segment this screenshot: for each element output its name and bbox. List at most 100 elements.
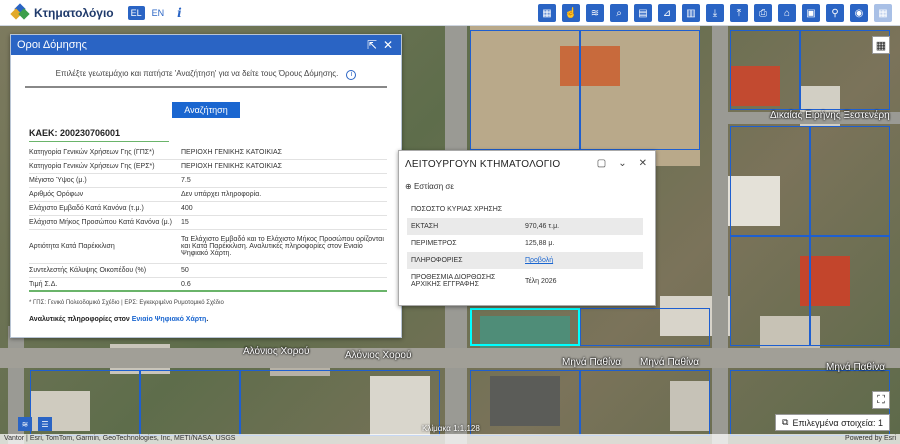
street-label: Αλόνιος Χορού: [243, 346, 310, 357]
row-label: Αριθμός Ορόφων: [29, 191, 84, 198]
table-row: Ελάχιστο Μήκος Προσώπου Κατά Κανόνα (μ.)…: [29, 216, 387, 230]
street-label: Μηνά Παθίνα: [562, 357, 622, 368]
table-row: Κατηγορία Γενικών Χρήσεων Γης (ΕΡΣ*) ΠΕΡΙ…: [29, 160, 387, 174]
scale-label: Κλίμακα 1:1.128: [422, 424, 480, 433]
terms-table: Κατηγορία Γενικών Χρήσεων Γης (ΓΠΣ*) ΠΕΡΙ…: [29, 146, 387, 292]
info-icon[interactable]: i: [177, 6, 182, 20]
road-vertical: [712, 26, 728, 444]
row-label: ΠΡΟΘΕΣΜΙΑ ΔΙΟΡΘΩΣΗΣ ΑΡΧΙΚΗΣ ΕΓΓΡΑΦΗΣ: [411, 274, 496, 288]
table-row: ΕΚΤΑΣΗ 970,46 τ.μ.: [407, 218, 643, 235]
logo-icon: [10, 2, 30, 21]
app-logo[interactable]: Κτηματολόγιο: [10, 2, 114, 21]
table-row: Αρτιότητα Κατά Παρέκκλιση Τα Ελάχιστο Εμβ…: [29, 230, 387, 264]
toolbar: ▦ ☝ ≋ ⌕ ▤ ⊿ ▥ ⤓ ⤒ ⎙ ⌂ ▣ ⚲ ◉ ▦: [538, 4, 892, 22]
layer-list-icon[interactable]: ≋: [18, 417, 32, 431]
parcel-outline[interactable]: [470, 30, 580, 150]
row-value: 15: [181, 219, 189, 226]
print-icon[interactable]: ▤: [634, 4, 652, 22]
parcel-outline[interactable]: [730, 30, 800, 110]
search-icon[interactable]: ⌕: [610, 4, 628, 22]
street-label: Μηνά Παθίνα: [826, 362, 886, 373]
row-value: 400: [181, 205, 193, 212]
table-row: ΠΛΗΡΟΦΟΡΙΕΣ Προβολή: [407, 252, 643, 269]
table-row: Κατηγορία Γενικών Χρήσεων Γης (ΓΠΣ*) ΠΕΡΙ…: [29, 146, 387, 160]
popup-controls: ▢ ⌄ ✕: [597, 158, 647, 169]
row-value: 125,88 μ.: [525, 240, 555, 247]
table-row: Μέγιστο Ύψος (μ.) 7.5: [29, 174, 387, 188]
dock-icon[interactable]: ▢: [597, 158, 606, 169]
map-attribution: Vantor | Esri, TomTom, Garmin, GeoTechno…: [0, 434, 900, 444]
more-info-suffix: .: [206, 316, 209, 323]
grid-icon[interactable]: ▦: [538, 4, 556, 22]
row-label: Κατηγορία Γενικών Χρήσεων Γης (ΕΡΣ*): [29, 163, 155, 170]
basemap-gallery-icon[interactable]: ▦: [872, 36, 890, 54]
parcel-outline[interactable]: [240, 370, 440, 436]
close-icon[interactable]: ✕: [383, 38, 393, 52]
parcel-outline[interactable]: [810, 236, 890, 346]
road-horizontal: [0, 348, 900, 368]
upload-icon[interactable]: ⤒: [730, 4, 748, 22]
view-link[interactable]: Προβολή: [525, 257, 553, 264]
parcel-outline[interactable]: [140, 370, 240, 436]
fullscreen-icon[interactable]: ⛶: [872, 391, 890, 409]
map-book-icon[interactable]: ▣: [802, 4, 820, 22]
parcel-outline[interactable]: [580, 308, 710, 346]
measure-icon[interactable]: ⊿: [658, 4, 676, 22]
parcel-outline[interactable]: [730, 236, 810, 346]
panel-hint: Επιλέξτε γεωτεμάχιο και πατήστε 'Αναζήτη…: [11, 69, 401, 80]
zoom-to[interactable]: ⊕ Εστίαση σε: [405, 182, 655, 191]
parcel-popup: ΛΕΙΤΟΥΡΓΟΥΝ ΚΤΗΜΑΤΟΛΟΓΙΟ ▢ ⌄ ✕ ⊕ Εστίαση…: [398, 150, 656, 306]
attribution-text: Vantor | Esri, TomTom, Garmin, GeoTechno…: [4, 435, 236, 442]
row-label: Κατηγορία Γενικών Χρήσεων Γης (ΓΠΣ*): [29, 149, 155, 156]
touch-icon[interactable]: ☝: [562, 4, 580, 22]
table-row: ΠΟΣΟΣΤΟ ΚΥΡΙΑΣ ΧΡΗΣΗΣ: [407, 201, 643, 218]
street-label: Δικαίας Ειρήνης Ξεστενέρη: [770, 110, 890, 121]
language-switcher: EL EN i: [127, 5, 182, 20]
row-label: ΕΚΤΑΣΗ: [411, 223, 439, 230]
street-label: Αλόνιος Χορού: [345, 350, 412, 361]
popup-table: ΠΟΣΟΣΤΟ ΚΥΡΙΑΣ ΧΡΗΣΗΣ ΕΚΤΑΣΗ 970,46 τ.μ. …: [407, 201, 643, 293]
powered-by[interactable]: Powered by Esri: [845, 434, 896, 444]
row-value: ΠΕΡΙΟΧΗ ΓΕΝΙΚΗΣ ΚΑΤΟΙΚΙΑΣ: [181, 163, 282, 170]
parcel-outline[interactable]: [730, 126, 810, 236]
layers-icon[interactable]: ≋: [586, 4, 604, 22]
close-icon[interactable]: ✕: [639, 158, 647, 169]
app-title: Κτηματολόγιο: [34, 5, 114, 20]
download-icon[interactable]: ⤓: [706, 4, 724, 22]
pin-icon[interactable]: ⚲: [826, 4, 844, 22]
row-label: ΠΛΗΡΟΦΟΡΙΕΣ: [411, 257, 463, 264]
bank-icon[interactable]: ⌂: [778, 4, 796, 22]
printer-icon[interactable]: ⎙: [754, 4, 772, 22]
chevron-down-icon[interactable]: ⌄: [618, 158, 626, 169]
row-label: Μέγιστο Ύψος (μ.): [29, 177, 87, 184]
more-info-prefix: Αναλυτικές πληροφορίες στον: [29, 316, 132, 323]
panel-title: Οροι Δόμησης: [17, 39, 87, 51]
kaek-heading: ΚΑΕΚ: 200230706001: [29, 128, 121, 138]
zoom-icon: ⊕: [405, 182, 412, 191]
digital-map-link[interactable]: Ενιαίο Ψηφιακό Χάρτη: [132, 316, 207, 323]
search-button[interactable]: Αναζήτηση: [172, 102, 240, 118]
row-label: ΠΟΣΟΣΤΟ ΚΥΡΙΑΣ ΧΡΗΣΗΣ: [411, 206, 503, 213]
parcel-outline[interactable]: [470, 370, 580, 436]
row-label: ΠΕΡΙΜΕΤΡΟΣ: [411, 240, 457, 247]
lang-el[interactable]: EL: [127, 5, 145, 20]
table-row: ΠΕΡΙΜΕΤΡΟΣ 125,88 μ.: [407, 235, 643, 252]
location-icon[interactable]: ◉: [850, 4, 868, 22]
selected-features-badge[interactable]: ⧉ Επιλεγμένα στοιχεία: 1: [775, 414, 890, 431]
row-value: 970,46 τ.μ.: [525, 223, 560, 230]
street-label: Μηνά Παθίνα: [640, 357, 700, 368]
collapse-icon[interactable]: ⇱: [367, 38, 377, 52]
selected-count: Επιλεγμένα στοιχεία: 1: [792, 417, 883, 428]
selected-parcel-outline[interactable]: [470, 308, 580, 346]
row-value: Τα Ελάχιστο Εμβαδό και το Ελάχιστο Μήκος…: [181, 236, 384, 257]
table-row: Ελάχιστο Εμβαδό Κατά Κανόνα (τ.μ.) 400: [29, 202, 387, 216]
parcel-outline[interactable]: [580, 370, 710, 436]
parcel-outline[interactable]: [580, 30, 700, 150]
lang-en[interactable]: EN: [149, 6, 168, 20]
legend-icon[interactable]: ☰: [38, 417, 52, 431]
parcel-outline[interactable]: [810, 126, 890, 236]
row-value: Τέλη 2026: [525, 277, 557, 285]
info-circle-icon[interactable]: i: [346, 70, 357, 80]
building-icon[interactable]: ▦: [874, 4, 892, 22]
calculator-icon[interactable]: ▥: [682, 4, 700, 22]
